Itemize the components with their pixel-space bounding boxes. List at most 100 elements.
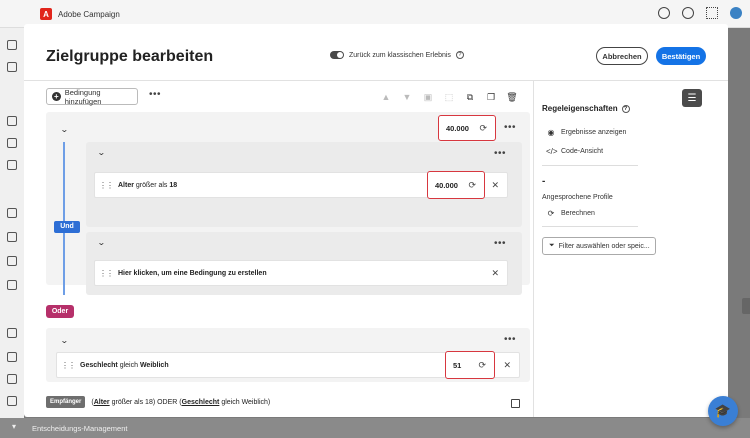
remove-condition-icon[interactable]: ✕: [491, 180, 499, 191]
send-icon[interactable]: [7, 138, 17, 148]
info-icon[interactable]: ?: [455, 51, 464, 59]
drag-handle-icon[interactable]: ⋮⋮: [99, 269, 114, 278]
move-down-icon[interactable]: ▼: [400, 90, 414, 104]
ungroup-icon[interactable]: ⬚: [442, 90, 456, 104]
adobe-logo-icon: A: [40, 8, 52, 20]
condition-value: Weiblich: [139, 361, 169, 369]
learning-help-button[interactable]: 🎓: [708, 396, 738, 426]
refresh-icon[interactable]: ⟳: [468, 180, 476, 191]
settings-sliders-icon[interactable]: ☰: [682, 89, 702, 107]
header-divider: [24, 80, 728, 81]
plus-icon: +: [52, 92, 61, 101]
query-builder-canvas: ⌄ 40.000 ⟳ ••• ⌄ ••• ⋮⋮ Alter größer als…: [42, 110, 532, 394]
panel-separator: [542, 165, 638, 166]
condition-row-gender[interactable]: ⋮⋮ Geschlecht gleich Weiblich 51 ⟳ ✕: [56, 351, 520, 379]
drag-handle-icon[interactable]: ⋮⋮: [61, 361, 76, 370]
condition-count-box: 51 ⟳: [445, 351, 495, 379]
compute-label: Berechnen: [561, 210, 595, 217]
chevron-down-icon[interactable]: ⌄: [60, 125, 69, 134]
move-up-icon[interactable]: ▲: [379, 90, 393, 104]
chevron-down-icon[interactable]: ⌄: [97, 238, 106, 247]
create-condition-placeholder[interactable]: Hier klicken, um eine Bedingung zu erste…: [118, 270, 267, 277]
confirm-button[interactable]: Bestätigen: [656, 47, 706, 65]
condition-count: 51: [453, 360, 462, 370]
code-view-label: Code-Ansicht: [561, 148, 604, 155]
user-icon[interactable]: [7, 328, 17, 338]
expression-part: gleich Weiblich): [221, 398, 271, 406]
drag-handle-icon[interactable]: ⋮⋮: [99, 181, 114, 190]
rule-properties-title: Regeleigenschaften ?: [542, 104, 630, 113]
expression-text: (Alter größer als 18) ODER (Geschlecht g…: [91, 399, 270, 406]
compute-link[interactable]: ⟳ Berechnen: [546, 209, 595, 218]
query-expression: Empfänger (Alter größer als 18) ODER (Ge…: [46, 395, 270, 409]
condition-operator: größer als: [135, 181, 168, 189]
apps-grid-icon[interactable]: [706, 7, 718, 19]
recipient-badge: Empfänger: [46, 396, 86, 408]
eye-icon: ◉: [547, 128, 555, 137]
condition-row-age[interactable]: ⋮⋮ Alter größer als 18 40.000 ⟳ ✕: [94, 171, 508, 199]
window-icon[interactable]: [7, 232, 17, 242]
chevron-down-icon[interactable]: ⌄: [97, 148, 106, 157]
empty-condition-row[interactable]: ⋮⋮ Hier klicken, um eine Bedingung zu er…: [94, 260, 508, 286]
chevron-down-icon[interactable]: ⌄: [60, 336, 69, 345]
app-brand-label: Adobe Campaign: [58, 9, 120, 19]
show-results-link[interactable]: ◉ Ergebnisse anzeigen: [546, 128, 627, 137]
and-group: ⌄ 40.000 ⟳ ••• ⌄ ••• ⋮⋮ Alter größer als…: [46, 112, 530, 295]
chevron-down-icon[interactable]: ▾: [12, 422, 16, 431]
shield-icon[interactable]: [7, 280, 17, 290]
panel-divider: [533, 81, 534, 417]
bell-icon[interactable]: [682, 7, 694, 19]
table-icon[interactable]: [7, 208, 17, 218]
duplicate-icon[interactable]: ❐: [484, 90, 498, 104]
filter-icon: ⏷: [549, 242, 555, 249]
add-condition-button[interactable]: + Bedingung hinzufügen: [46, 88, 138, 106]
cancel-button[interactable]: Abbrechen: [596, 47, 648, 65]
toggle-switch[interactable]: [330, 51, 344, 59]
group-icon[interactable]: ▣: [421, 90, 435, 104]
expression-field-link[interactable]: Alter: [94, 399, 110, 406]
megaphone-icon[interactable]: [7, 116, 17, 126]
select-filter-button[interactable]: ⏷ Filter auswählen oder speic...: [542, 237, 656, 255]
users-icon[interactable]: [7, 352, 17, 362]
classic-experience-toggle[interactable]: Zurück zum klassischen Erlebnis ?: [330, 51, 464, 59]
avatar[interactable]: [730, 7, 742, 19]
expression-part: größer als 18) ODER (: [111, 398, 182, 406]
chart-icon[interactable]: [7, 256, 17, 266]
builder-toolbar: ▲ ▼ ▣ ⬚ ⧉ ❐ 🗑: [379, 90, 519, 104]
more-options-icon[interactable]: •••: [504, 334, 516, 345]
group-count: 40.000: [446, 123, 469, 133]
info-icon[interactable]: ?: [621, 104, 630, 113]
condition-count: 40.000: [435, 180, 458, 190]
copy-icon[interactable]: ⧉: [463, 90, 477, 104]
more-options-icon[interactable]: •••: [494, 238, 506, 249]
more-options-icon[interactable]: •••: [504, 122, 516, 133]
refresh-icon[interactable]: ⟳: [478, 360, 486, 371]
refresh-icon[interactable]: ⟳: [479, 123, 487, 134]
side-panel-tab[interactable]: [742, 298, 750, 314]
expression-field-link[interactable]: Geschlecht: [182, 399, 220, 406]
code-view-link[interactable]: </> Code-Ansicht: [546, 147, 603, 156]
condition-text: Alter größer als 18: [118, 182, 177, 189]
left-nav-rail: [0, 28, 24, 438]
search-icon[interactable]: [7, 62, 17, 72]
remove-condition-icon[interactable]: ✕: [503, 360, 511, 371]
delete-icon[interactable]: 🗑: [505, 90, 519, 104]
condition-field: Geschlecht: [80, 361, 118, 369]
and-operator-badge[interactable]: Und: [54, 221, 80, 233]
copy-expression-icon[interactable]: [511, 399, 520, 408]
remove-condition-icon[interactable]: ✕: [491, 268, 499, 279]
help-icon[interactable]: [658, 7, 670, 19]
targeted-profiles-label: Angesprochene Profile: [542, 194, 613, 201]
or-operator-badge[interactable]: Oder: [46, 305, 74, 318]
filter-label: Filter auswählen oder speic...: [558, 242, 650, 250]
app-brand[interactable]: A Adobe Campaign: [40, 8, 120, 20]
inbox-icon[interactable]: [7, 374, 17, 384]
more-options-icon[interactable]: •••: [149, 89, 161, 100]
audience-icon[interactable]: [7, 160, 17, 170]
archive-icon[interactable]: [7, 396, 17, 406]
bottom-nav-label[interactable]: Entscheidungs-Management: [32, 424, 127, 433]
and-connector-line: [63, 142, 65, 295]
home-icon[interactable]: [7, 40, 17, 50]
more-options-icon[interactable]: •••: [494, 148, 506, 159]
show-results-label: Ergebnisse anzeigen: [561, 129, 627, 136]
